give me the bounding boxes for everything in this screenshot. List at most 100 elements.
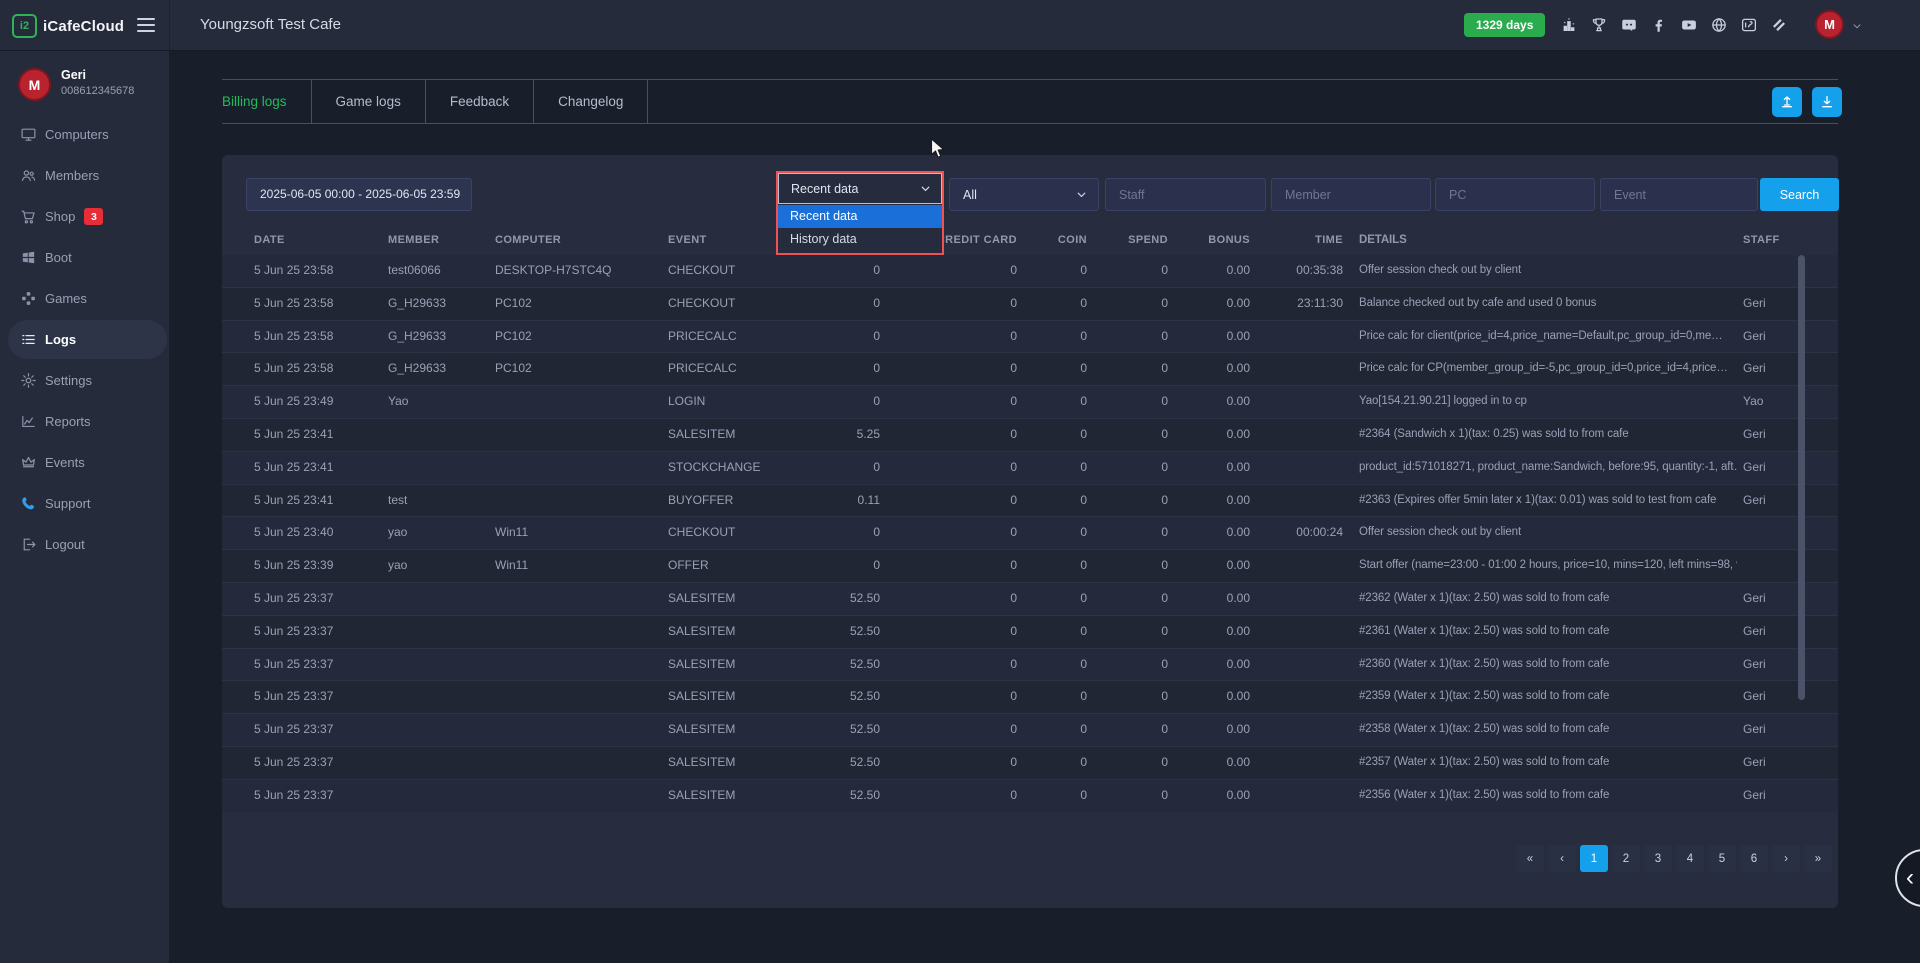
cell: Geri (1737, 321, 1797, 353)
table-row: 5 Jun 25 23:40yaoWin11CHECKOUT00000.0000… (222, 516, 1838, 549)
cell: PRICECALC (668, 353, 781, 385)
data-select[interactable]: Recent data (778, 173, 942, 204)
cell (495, 681, 668, 713)
facebook-icon[interactable] (1650, 16, 1668, 34)
brand-name: iCafeCloud (43, 18, 124, 35)
cell: 5 Jun 25 23:41 (254, 485, 388, 517)
discord-icon[interactable] (1620, 16, 1638, 34)
cell: 0 (1087, 485, 1168, 517)
cell: 0 (1017, 517, 1087, 549)
dropdown-option-history-data[interactable]: History data (778, 228, 942, 251)
sidebar-item-logout[interactable]: Logout (0, 524, 169, 565)
cell: 0 (880, 747, 1017, 779)
sidebar-item-logs[interactable]: Logs (0, 319, 169, 360)
cell (495, 583, 668, 615)
download-button[interactable] (1812, 87, 1842, 117)
cell: 0 (1017, 353, 1087, 385)
cell: #2364 (Sandwich x 1)(tax: 0.25) was sold… (1343, 419, 1737, 451)
cell: Yao[154.21.90.21] logged in to cp (1343, 386, 1737, 418)
cell (1737, 255, 1797, 287)
column-header-member: MEMBER (388, 225, 495, 255)
cell (1250, 649, 1343, 681)
cell: 0 (880, 321, 1017, 353)
pc-input[interactable] (1435, 178, 1595, 211)
cell: OFFER (668, 550, 781, 582)
date-range-input[interactable]: 2025-06-05 00:00 - 2025-06-05 23:59 (246, 178, 472, 211)
cell: CHECKOUT (668, 255, 781, 287)
page-button-item[interactable]: › (1772, 845, 1800, 872)
member-input[interactable] (1271, 178, 1431, 211)
sidebar-item-reports[interactable]: Reports (0, 401, 169, 442)
page-button-3[interactable]: 3 (1644, 845, 1672, 872)
days-badge-button[interactable]: 1329 days (1464, 13, 1545, 37)
collapse-handle-button[interactable]: ‹ (1895, 849, 1920, 907)
cell: 0 (880, 452, 1017, 484)
trophy-icon[interactable] (1590, 16, 1608, 34)
cell: 0 (1017, 485, 1087, 517)
sidebar-item-label: Computers (45, 127, 109, 142)
cell: 0 (781, 386, 880, 418)
cell: 0 (781, 255, 880, 287)
sidebar-item-shop[interactable]: Shop 3 (0, 196, 169, 237)
sidebar-item-label: Settings (45, 373, 92, 388)
podium-icon[interactable] (1560, 16, 1578, 34)
cell (1250, 583, 1343, 615)
column-header-staff: STAFF (1737, 225, 1797, 255)
page-button-4[interactable]: 4 (1676, 845, 1704, 872)
menu-toggle-icon[interactable] (137, 18, 155, 36)
sidebar-item-games[interactable]: Games (0, 278, 169, 319)
sidebar-item-computers[interactable]: Computers (0, 114, 169, 155)
sidebar-item-members[interactable]: Members (0, 155, 169, 196)
dropdown-option-recent-data[interactable]: Recent data (778, 205, 942, 228)
scrollbar-thumb[interactable] (1798, 255, 1805, 700)
page-button-item[interactable]: » (1804, 845, 1832, 872)
icafecloud-logo[interactable]: i2 iCafeCloud (12, 14, 124, 38)
cell (1250, 386, 1343, 418)
cell: 5 Jun 25 23:49 (254, 386, 388, 418)
user-avatar[interactable]: M (18, 68, 51, 101)
cell: Geri (1737, 485, 1797, 517)
page-button-item[interactable]: ‹ (1548, 845, 1576, 872)
tab-changelog[interactable]: Changelog (534, 80, 648, 123)
event-input[interactable] (1600, 178, 1758, 211)
page-button-2[interactable]: 2 (1612, 845, 1640, 872)
tab-feedback[interactable]: Feedback (426, 80, 534, 123)
page-button-item[interactable]: « (1516, 845, 1544, 872)
cell (495, 780, 668, 812)
avatar[interactable]: M (1815, 10, 1844, 39)
sidebar-item-boot[interactable]: Boot (0, 237, 169, 278)
upload-button[interactable] (1772, 87, 1802, 117)
type-select[interactable]: All (949, 178, 1099, 211)
tab-game-logs[interactable]: Game logs (312, 80, 426, 123)
cell: 0 (1017, 321, 1087, 353)
sidebar-item-support[interactable]: Support (0, 483, 169, 524)
sidebar-item-settings[interactable]: Settings (0, 360, 169, 401)
cell: Geri (1737, 714, 1797, 746)
cell: SALESITEM (668, 681, 781, 713)
search-button[interactable]: Search (1760, 178, 1839, 211)
cell: 5 Jun 25 23:39 (254, 550, 388, 582)
cell: 0 (1087, 321, 1168, 353)
youngzsoft-icon[interactable] (1770, 16, 1788, 34)
tab-billing-logs[interactable]: Billing logs (222, 80, 312, 123)
youtube-icon[interactable] (1680, 16, 1698, 34)
cell (1250, 747, 1343, 779)
cell: CHECKOUT (668, 517, 781, 549)
phone-icon (20, 495, 37, 512)
globe-icon[interactable] (1710, 16, 1728, 34)
column-header-spend: SPEND (1087, 225, 1168, 255)
chevron-down-icon[interactable] (1851, 20, 1863, 32)
cell: 0 (1017, 255, 1087, 287)
sidebar-item-label: Shop (45, 209, 75, 224)
sidebar-item-events[interactable]: Events (0, 442, 169, 483)
page-button-1[interactable]: 1 (1580, 845, 1608, 872)
column-header-coin: COIN (1017, 225, 1087, 255)
cell: 5 Jun 25 23:58 (254, 255, 388, 287)
staff-input[interactable] (1105, 178, 1266, 211)
cell: 0 (880, 649, 1017, 681)
page-button-5[interactable]: 5 (1708, 845, 1736, 872)
icafe-icon[interactable] (1740, 16, 1758, 34)
page-button-6[interactable]: 6 (1740, 845, 1768, 872)
cell: 0.00 (1168, 419, 1250, 451)
download-icon (1819, 94, 1835, 110)
